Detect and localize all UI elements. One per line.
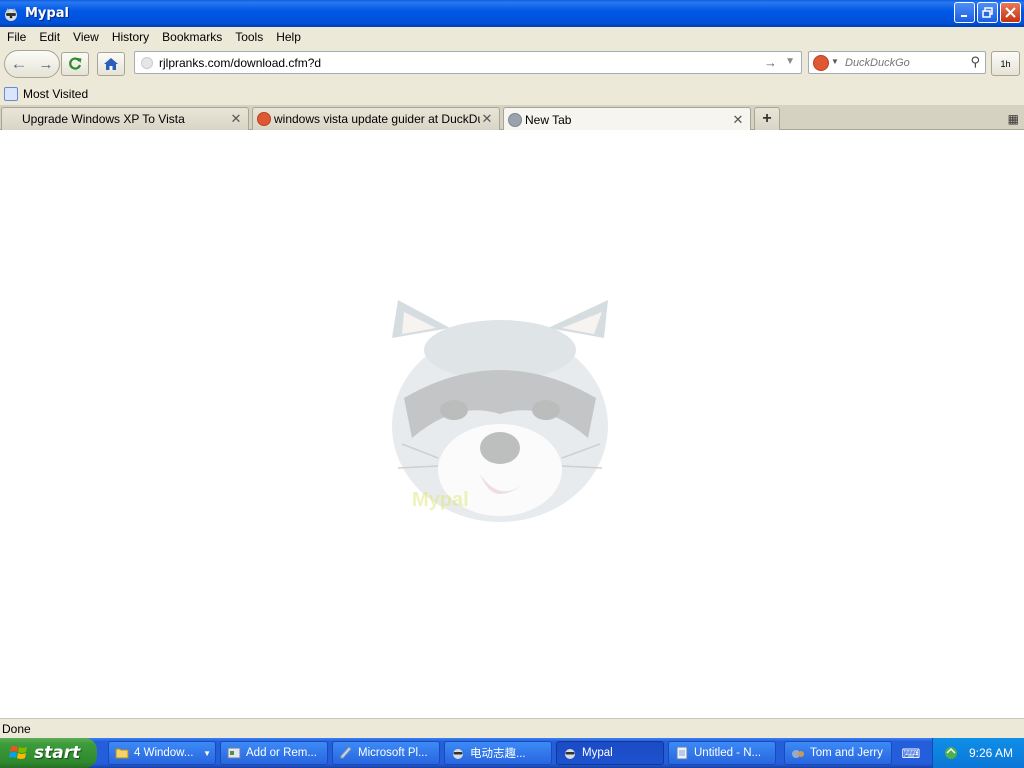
windows-flag-icon bbox=[9, 746, 27, 759]
window-title: Mypal bbox=[25, 6, 69, 21]
mypal-app-icon bbox=[3, 6, 19, 22]
tab-strip: Upgrade Windows XP To Vista ✕ windows vi… bbox=[0, 105, 1024, 131]
taskbar-item-chinese-window[interactable]: 电动志趣... bbox=[444, 741, 552, 765]
mypal-taskbar-icon bbox=[565, 749, 575, 759]
taskbar: start 4 Window... ▼ Add or Rem... Micros… bbox=[0, 738, 1024, 768]
extension-button[interactable]: 1h bbox=[991, 51, 1020, 76]
menu-bar: File Edit View History Bookmarks Tools H… bbox=[0, 27, 1024, 46]
plus-icon: + bbox=[762, 110, 772, 127]
taskbar-item-label: 电动志趣... bbox=[470, 748, 526, 760]
taskbar-item-microsoft-plus[interactable]: Microsoft Pl... bbox=[332, 741, 440, 765]
search-bar[interactable]: ▼ ⚲ bbox=[808, 51, 986, 74]
site-identity-icon[interactable] bbox=[141, 57, 153, 69]
url-bar[interactable]: → ▼ bbox=[134, 51, 802, 74]
raccoon-app-icon bbox=[453, 749, 463, 759]
duckduckgo-favicon-icon bbox=[257, 112, 271, 126]
folder-icon bbox=[115, 748, 129, 759]
menu-view[interactable]: View bbox=[67, 30, 105, 44]
menu-bookmarks[interactable]: Bookmarks bbox=[156, 30, 228, 44]
engine-dropdown-icon[interactable]: ▼ bbox=[831, 57, 839, 66]
navigation-toolbar: ← → → ▼ ▼ ⚲ 1h bbox=[0, 46, 1024, 83]
back-button[interactable]: ← bbox=[6, 52, 32, 76]
minimize-icon bbox=[960, 14, 967, 17]
taskbar-item-label: 4 Window... bbox=[134, 747, 194, 759]
reload-icon bbox=[69, 57, 82, 70]
home-button[interactable] bbox=[97, 52, 125, 76]
mypal-logo-text: Mypal bbox=[412, 489, 469, 511]
tab-label: windows vista update guider at DuckDuc..… bbox=[274, 112, 480, 126]
status-bar: Done bbox=[0, 718, 1024, 738]
forward-button[interactable]: → bbox=[36, 52, 56, 76]
menu-edit[interactable]: Edit bbox=[33, 30, 66, 44]
tom-and-jerry-icon bbox=[792, 750, 804, 758]
restore-button[interactable] bbox=[977, 2, 998, 23]
mypal-raccoon-logo: Mypal bbox=[392, 300, 608, 522]
tab-duckduckgo-search[interactable]: windows vista update guider at DuckDuc..… bbox=[252, 107, 500, 130]
most-visited-icon bbox=[4, 87, 18, 101]
window-titlebar[interactable]: Mypal bbox=[0, 0, 1024, 27]
home-icon bbox=[104, 58, 118, 70]
taskbar-item-label: Mypal bbox=[582, 747, 613, 759]
keyboard-language-icon[interactable]: ⌨ bbox=[900, 746, 922, 761]
taskbar-item-notepad[interactable]: Untitled - N... bbox=[668, 741, 776, 765]
menu-tools[interactable]: Tools bbox=[229, 30, 269, 44]
tab-close-icon[interactable]: ✕ bbox=[229, 111, 243, 127]
add-remove-programs-icon bbox=[227, 747, 241, 759]
menu-help[interactable]: Help bbox=[270, 30, 307, 44]
status-text: Done bbox=[2, 721, 31, 736]
group-dropdown-icon: ▼ bbox=[203, 748, 211, 758]
reload-button[interactable] bbox=[61, 52, 89, 76]
tab-label: Upgrade Windows XP To Vista bbox=[22, 112, 185, 126]
list-all-tabs-icon[interactable]: ▦ bbox=[1008, 112, 1019, 126]
taskbar-item-windows-explorer[interactable]: 4 Window... ▼ bbox=[108, 741, 216, 765]
new-tab-button[interactable]: + bbox=[754, 107, 780, 130]
taskbar-item-label: Tom and Jerry bbox=[810, 747, 883, 759]
search-input[interactable] bbox=[845, 55, 963, 71]
taskbar-item-label: Add or Rem... bbox=[246, 747, 317, 759]
notepad-icon bbox=[676, 746, 688, 760]
menu-file[interactable]: File bbox=[0, 30, 32, 44]
restore-icon bbox=[982, 7, 993, 18]
taskbar-clock[interactable]: 9:26 AM bbox=[969, 746, 1013, 760]
search-magnifier-icon[interactable]: ⚲ bbox=[970, 54, 980, 70]
bookmarks-toolbar: Most Visited bbox=[0, 83, 1024, 105]
globe-favicon-icon bbox=[508, 112, 522, 127]
extension-icon-label: 1h bbox=[1000, 58, 1011, 69]
close-button[interactable] bbox=[1000, 2, 1021, 23]
page-content: Mypal bbox=[0, 130, 1024, 718]
pen-icon bbox=[340, 746, 352, 759]
network-tray-icon[interactable] bbox=[943, 745, 959, 761]
system-tray: 9:26 AM bbox=[932, 738, 1024, 768]
tab-label: New Tab bbox=[525, 112, 572, 127]
start-label: start bbox=[34, 743, 81, 763]
back-forward-group: ← → bbox=[4, 50, 60, 78]
taskbar-item-add-remove[interactable]: Add or Rem... bbox=[220, 741, 328, 765]
taskbar-item-tom-and-jerry[interactable]: Tom and Jerry bbox=[784, 741, 892, 765]
duckduckgo-engine-icon[interactable] bbox=[813, 55, 829, 71]
tab-close-icon[interactable]: ✕ bbox=[480, 111, 494, 127]
tab-close-icon[interactable]: ✕ bbox=[731, 112, 745, 128]
url-history-dropdown-icon[interactable]: ▼ bbox=[785, 56, 795, 67]
url-input[interactable] bbox=[159, 54, 759, 71]
taskbar-item-label: Untitled - N... bbox=[694, 747, 762, 759]
tab-upgrade-windows[interactable]: Upgrade Windows XP To Vista ✕ bbox=[1, 107, 249, 130]
minimize-button[interactable] bbox=[954, 2, 975, 23]
menu-history[interactable]: History bbox=[106, 30, 155, 44]
taskbar-item-mypal[interactable]: Mypal bbox=[556, 741, 664, 765]
back-arrow-icon: ← bbox=[10, 54, 28, 73]
forward-arrow-icon: → bbox=[38, 55, 54, 73]
go-arrow-icon[interactable]: → bbox=[764, 55, 777, 70]
close-icon bbox=[1005, 7, 1016, 18]
start-button[interactable]: start bbox=[0, 738, 97, 768]
taskbar-item-label: Microsoft Pl... bbox=[358, 747, 428, 759]
bookmark-most-visited[interactable]: Most Visited bbox=[23, 87, 88, 101]
tab-new-tab[interactable]: New Tab ✕ bbox=[503, 107, 751, 131]
